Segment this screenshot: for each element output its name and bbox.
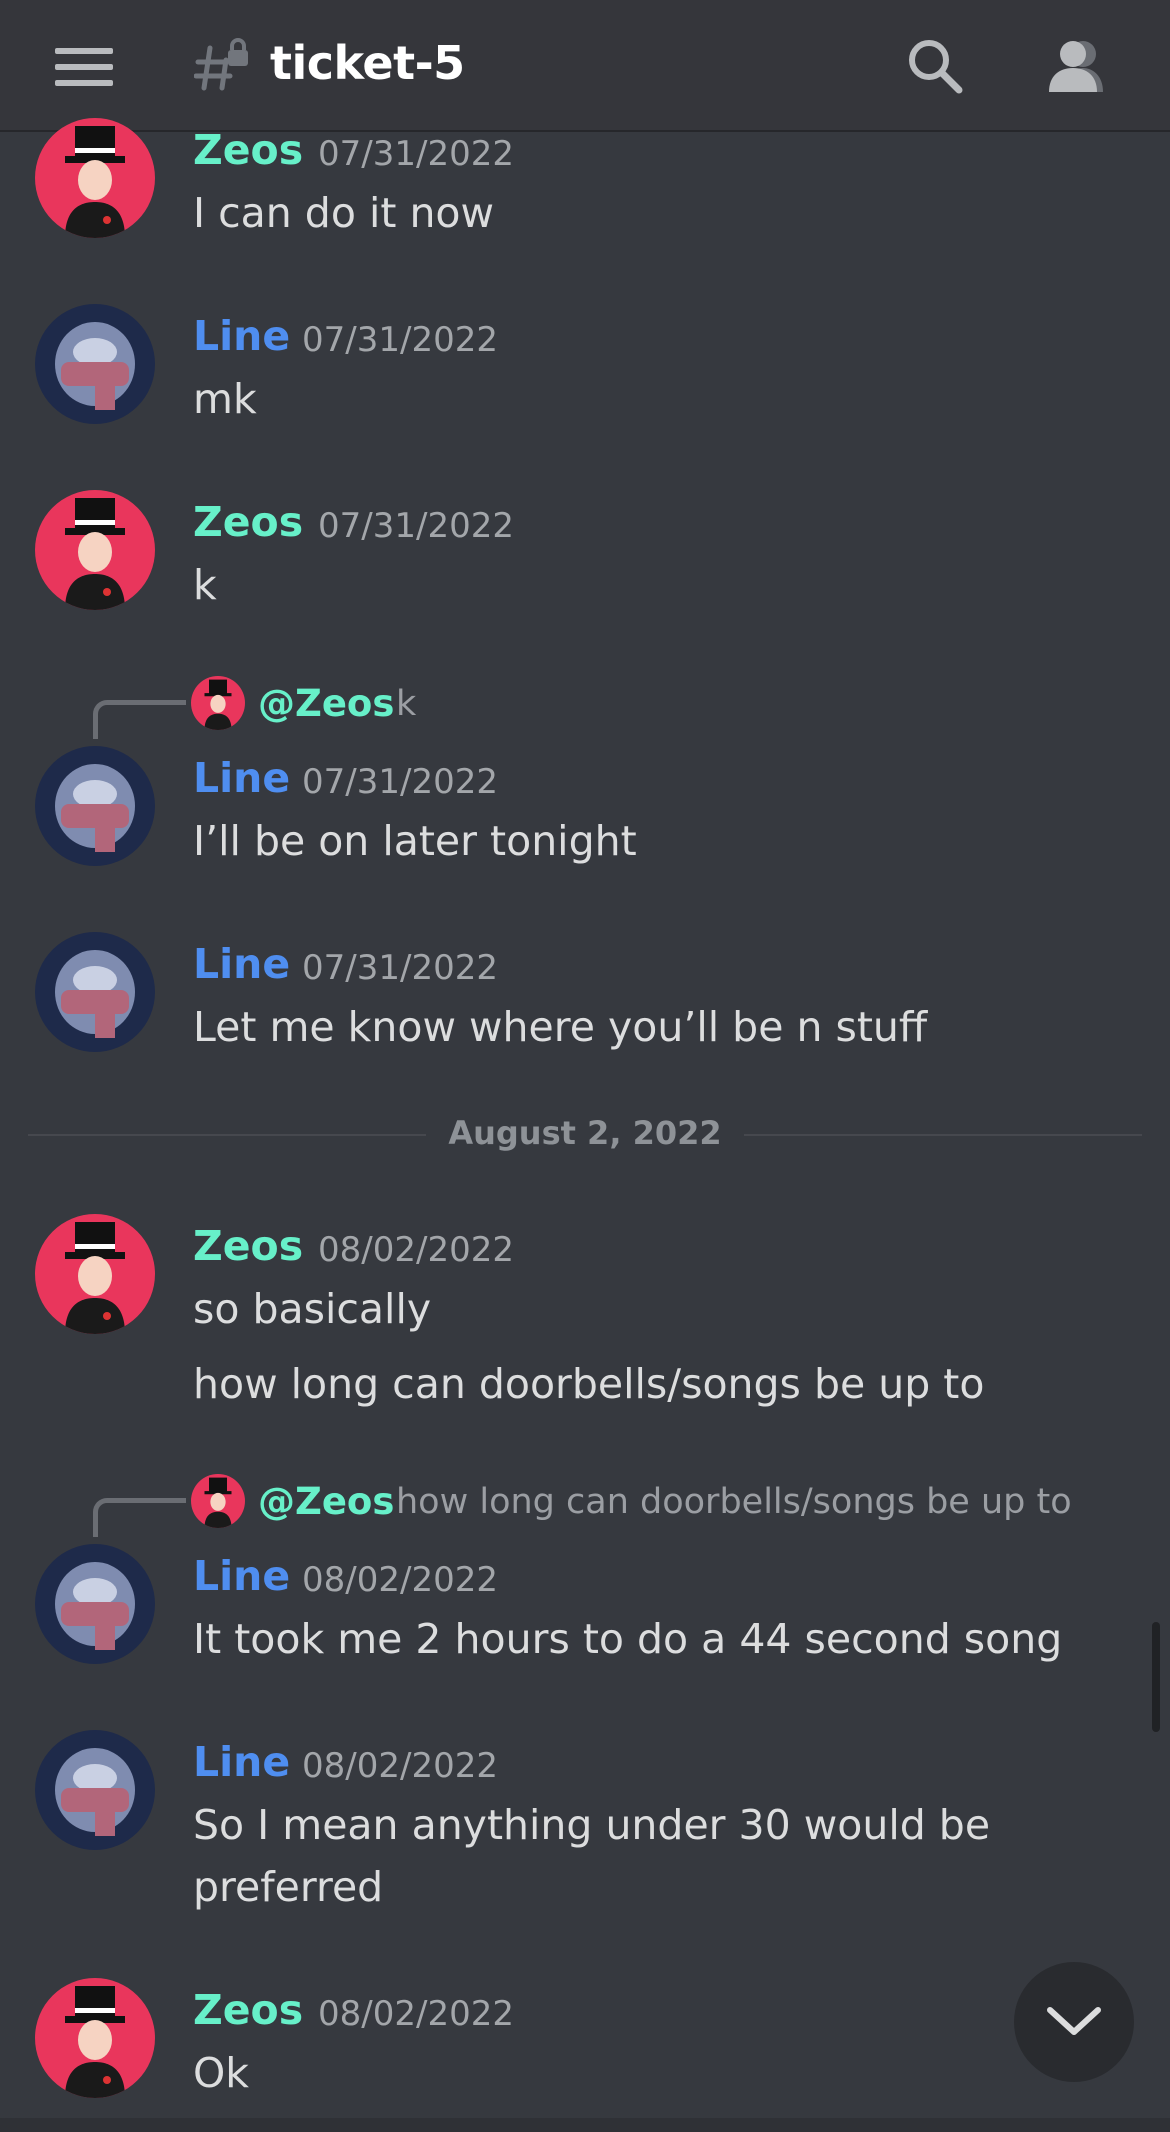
message-text: so basically — [193, 1285, 432, 1333]
date-divider: August 2, 2022 — [0, 1114, 1170, 1152]
message-timestamp: 08/02/2022 — [318, 1230, 514, 1270]
message-author[interactable]: Line — [193, 940, 290, 988]
scrollbar-thumb[interactable] — [1152, 1622, 1160, 1732]
chevron-down-icon — [1047, 2007, 1101, 2035]
message-text: I can do it now — [193, 189, 495, 237]
message-author[interactable]: Zeos — [193, 1222, 303, 1270]
reply-author[interactable]: @Zeos — [258, 682, 394, 725]
reply-preview-text[interactable]: k — [396, 684, 416, 724]
message-timestamp: 08/02/2022 — [302, 1746, 498, 1786]
reply-author[interactable]: @Zeos — [258, 1480, 394, 1523]
avatar-zeos[interactable] — [35, 1214, 155, 1334]
reply-connector — [93, 1498, 186, 1537]
message-text: I’ll be on later tonight — [193, 817, 637, 865]
avatar-line[interactable] — [35, 304, 155, 424]
search-icon[interactable] — [905, 36, 965, 96]
message-timestamp: 07/31/2022 — [318, 506, 514, 546]
message-timestamp: 07/31/2022 — [302, 762, 498, 802]
reply-avatar-zeos — [191, 676, 245, 730]
message-timestamp: 07/31/2022 — [302, 948, 498, 988]
avatar-line[interactable] — [35, 932, 155, 1052]
channel-header: ticket-5 — [0, 0, 1170, 132]
message-text: Let me know where you’ll be n stuff — [193, 1003, 928, 1051]
jump-to-present-button[interactable] — [1014, 1962, 1134, 2082]
message-text: mk — [193, 375, 257, 423]
avatar-zeos[interactable] — [35, 118, 155, 238]
message-timestamp: 08/02/2022 — [318, 1994, 514, 2034]
date-divider-label: August 2, 2022 — [426, 1114, 744, 1152]
message-text: It took me 2 hours to do a 44 second son… — [193, 1615, 1063, 1663]
avatar-zeos[interactable] — [35, 1978, 155, 2098]
message-timestamp: 07/31/2022 — [302, 320, 498, 360]
locked-hashtag-icon — [194, 38, 248, 91]
message-author[interactable]: Zeos — [193, 1986, 303, 2034]
avatar-line[interactable] — [35, 1544, 155, 1664]
message-author[interactable]: Line — [193, 1552, 290, 1600]
message-text: Ok — [193, 2049, 250, 2097]
reply-connector — [93, 700, 186, 739]
message-text: k — [193, 561, 217, 609]
members-icon[interactable] — [1045, 36, 1111, 96]
message-author[interactable]: Zeos — [193, 126, 303, 174]
avatar-line[interactable] — [35, 746, 155, 866]
hamburger-menu-icon[interactable] — [55, 48, 113, 86]
message-timestamp: 07/31/2022 — [318, 134, 514, 174]
reply-preview-text[interactable]: how long can doorbells/songs be up to — [396, 1482, 1072, 1522]
message-author[interactable]: Zeos — [193, 498, 303, 546]
message-text: how long can doorbells/songs be up to — [193, 1360, 985, 1408]
message-author[interactable]: Line — [193, 754, 290, 802]
channel-title: ticket-5 — [270, 36, 465, 90]
message-author[interactable]: Line — [193, 312, 290, 360]
message-text: So I mean anything under 30 would be — [193, 1801, 991, 1849]
avatar-line[interactable] — [35, 1730, 155, 1850]
reply-avatar-zeos — [191, 1474, 245, 1528]
composer-edge — [0, 2118, 1170, 2132]
message-timestamp: 08/02/2022 — [302, 1560, 498, 1600]
avatar-zeos[interactable] — [35, 490, 155, 610]
message-text: preferred — [193, 1863, 384, 1911]
message-author[interactable]: Line — [193, 1738, 290, 1786]
